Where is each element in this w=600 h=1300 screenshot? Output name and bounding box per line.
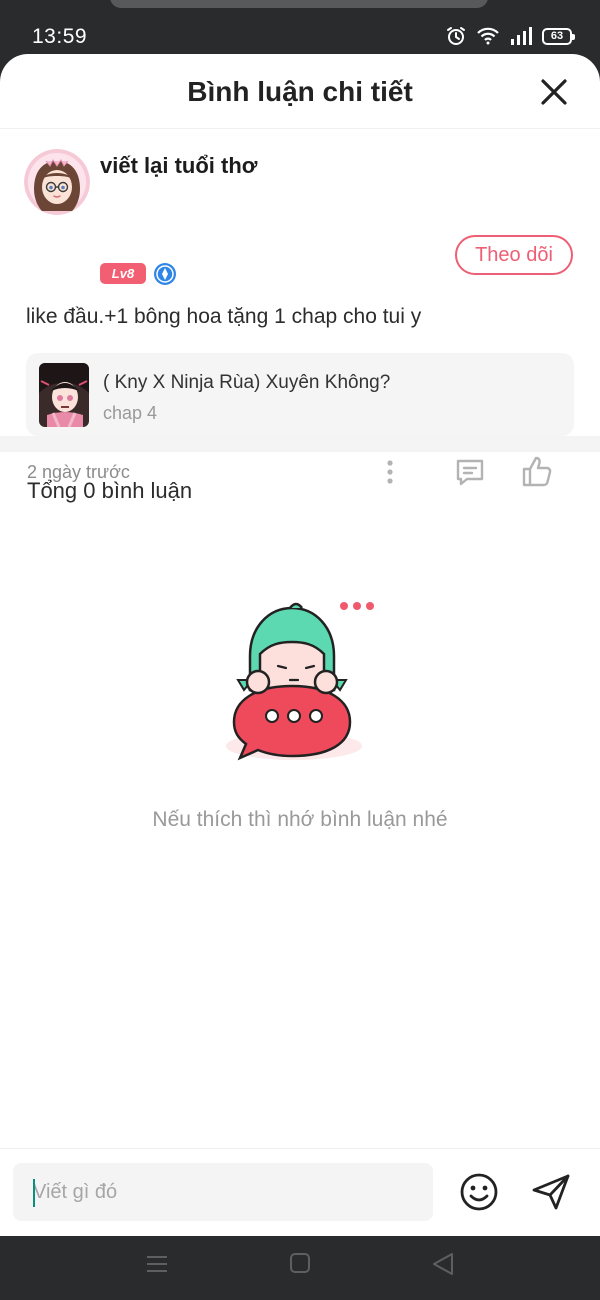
status-time: 13:59 (32, 25, 88, 48)
nav-back-icon[interactable] (431, 1251, 455, 1277)
comment-input[interactable] (13, 1163, 433, 1221)
battery-icon: 63 (542, 27, 575, 45)
send-icon[interactable] (531, 1173, 571, 1211)
status-bar: 13:59 63 (0, 0, 600, 60)
empty-state-text: Nếu thích thì nhớ bình luận nhé (152, 808, 448, 831)
close-icon[interactable] (538, 76, 570, 108)
comment-input-bar (0, 1148, 600, 1236)
comment-post: viết lại tuổi thơ Lv8 Theo dõi like đầu.… (0, 129, 600, 487)
vip-icon (154, 263, 176, 285)
comment-count: Tổng 0 bình luận (27, 478, 193, 503)
comment-icon[interactable] (454, 456, 486, 488)
comment-text: like đầu.+1 bông hoa tặng 1 chap cho tui… (26, 305, 422, 328)
level-badge: Lv8 (100, 263, 146, 284)
section-divider (0, 436, 600, 452)
like-icon[interactable] (521, 454, 553, 488)
system-nav-bar (0, 1236, 600, 1300)
comment-detail-sheet: Bình luận chi tiết viết lại tuổi thơ Lv8… (0, 54, 600, 1236)
manga-chapter: chap 4 (103, 403, 158, 423)
username[interactable]: viết lại tuổi thơ (100, 153, 257, 179)
sheet-header: Bình luận chi tiết (0, 54, 600, 129)
battery-level: 63 (550, 29, 564, 42)
more-icon[interactable] (380, 459, 400, 485)
empty-comments-illustration (226, 602, 374, 761)
wifi-icon (477, 27, 499, 45)
nav-home-icon[interactable] (289, 1252, 311, 1274)
text-caret (33, 1179, 35, 1207)
notification-handle (110, 0, 488, 8)
avatar[interactable] (24, 149, 90, 215)
manga-card[interactable]: ( Kny X Ninja Rùa) Xuyên Không? chap 4 (26, 353, 574, 436)
manga-title: ( Kny X Ninja Rùa) Xuyên Không? (103, 372, 391, 393)
nav-menu-icon[interactable] (145, 1252, 169, 1276)
page-title: Bình luận chi tiết (187, 76, 413, 107)
manga-thumbnail (39, 363, 89, 427)
emoji-icon[interactable] (459, 1172, 499, 1212)
alarm-icon (447, 27, 465, 45)
signal-icon (511, 27, 532, 45)
follow-button[interactable]: Theo dõi (455, 235, 573, 275)
status-icons: 63 (446, 26, 575, 46)
